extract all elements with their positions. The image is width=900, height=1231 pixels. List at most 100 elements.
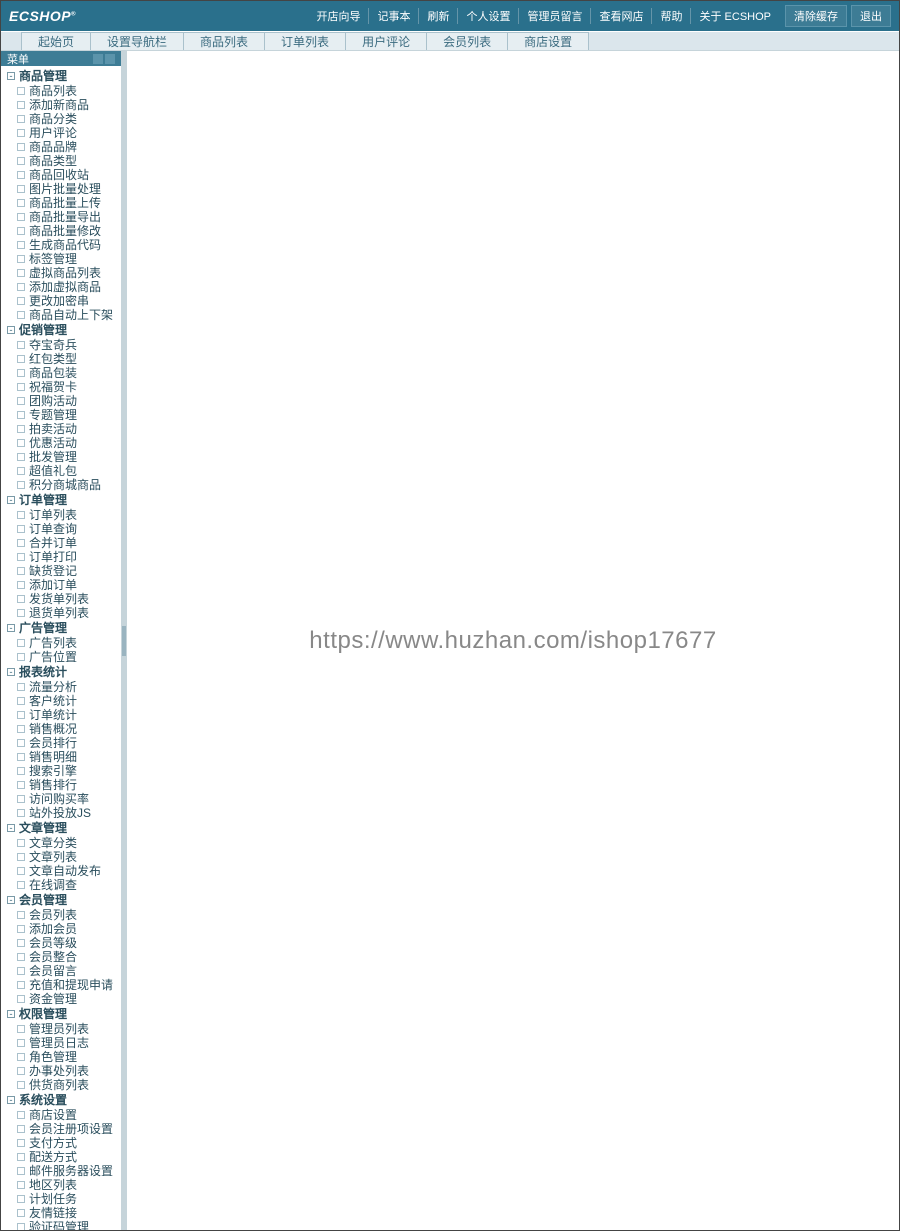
tree-item-5-2[interactable]: 文章自动发布 [7, 864, 121, 878]
tree-item-0-1[interactable]: 添加新商品 [7, 98, 121, 112]
tree-item-0-4[interactable]: 商品品牌 [7, 140, 121, 154]
tree-group-3[interactable]: -广告管理 [7, 620, 121, 636]
collapse-icon[interactable]: - [7, 1010, 15, 1018]
tab-0[interactable]: 起始页 [21, 32, 91, 50]
tree-item-6-5[interactable]: 充值和提现申请 [7, 978, 121, 992]
tree-item-2-5[interactable]: 添加订单 [7, 578, 121, 592]
tree-item-0-13[interactable]: 虚拟商品列表 [7, 266, 121, 280]
tree-item-0-11[interactable]: 生成商品代码 [7, 238, 121, 252]
top-link-0[interactable]: 开店向导 [308, 8, 369, 24]
tree-item-3-0[interactable]: 广告列表 [7, 636, 121, 650]
tree-item-1-3[interactable]: 祝福贺卡 [7, 380, 121, 394]
tree-item-0-10[interactable]: 商品批量修改 [7, 224, 121, 238]
collapse-icon[interactable]: - [7, 896, 15, 904]
tree-item-8-1[interactable]: 会员注册项设置 [7, 1122, 121, 1136]
sidebar-collapse-icon[interactable] [93, 54, 103, 64]
tree-item-2-4[interactable]: 缺货登记 [7, 564, 121, 578]
tree-item-6-4[interactable]: 会员留言 [7, 964, 121, 978]
tree-item-4-8[interactable]: 访问购买率 [7, 792, 121, 806]
tree-item-1-8[interactable]: 批发管理 [7, 450, 121, 464]
tree-item-5-3[interactable]: 在线调查 [7, 878, 121, 892]
tree-item-0-14[interactable]: 添加虚拟商品 [7, 280, 121, 294]
tab-2[interactable]: 商品列表 [183, 32, 265, 50]
tree-group-0[interactable]: -商品管理 [7, 68, 121, 84]
collapse-icon[interactable]: - [7, 1096, 15, 1104]
tree-item-4-6[interactable]: 搜索引擎 [7, 764, 121, 778]
tree-item-4-1[interactable]: 客户统计 [7, 694, 121, 708]
tree-item-2-7[interactable]: 退货单列表 [7, 606, 121, 620]
tree-item-2-1[interactable]: 订单查询 [7, 522, 121, 536]
tree-item-5-0[interactable]: 文章分类 [7, 836, 121, 850]
tree-item-6-6[interactable]: 资金管理 [7, 992, 121, 1006]
tree-group-6[interactable]: -会员管理 [7, 892, 121, 908]
tree-item-2-2[interactable]: 合并订单 [7, 536, 121, 550]
tree-item-7-1[interactable]: 管理员日志 [7, 1036, 121, 1050]
tree-item-7-3[interactable]: 办事处列表 [7, 1064, 121, 1078]
tree-item-0-3[interactable]: 用户评论 [7, 126, 121, 140]
tree-item-5-1[interactable]: 文章列表 [7, 850, 121, 864]
tree-item-8-0[interactable]: 商店设置 [7, 1108, 121, 1122]
collapse-icon[interactable]: - [7, 624, 15, 632]
tree-item-7-2[interactable]: 角色管理 [7, 1050, 121, 1064]
tree-item-8-8[interactable]: 验证码管理 [7, 1220, 121, 1230]
menu-tree[interactable]: -商品管理商品列表添加新商品商品分类用户评论商品品牌商品类型商品回收站图片批量处… [1, 66, 121, 1230]
tree-group-7[interactable]: -权限管理 [7, 1006, 121, 1022]
collapse-icon[interactable]: - [7, 668, 15, 676]
tree-item-6-2[interactable]: 会员等级 [7, 936, 121, 950]
collapse-icon[interactable]: - [7, 72, 15, 80]
top-link-4[interactable]: 管理员留言 [519, 8, 591, 24]
collapse-icon[interactable]: - [7, 326, 15, 334]
tree-group-2[interactable]: -订单管理 [7, 492, 121, 508]
tree-item-1-4[interactable]: 团购活动 [7, 394, 121, 408]
tree-group-4[interactable]: -报表统计 [7, 664, 121, 680]
tree-item-4-3[interactable]: 销售概况 [7, 722, 121, 736]
tree-item-4-0[interactable]: 流量分析 [7, 680, 121, 694]
tree-item-0-6[interactable]: 商品回收站 [7, 168, 121, 182]
tree-item-7-0[interactable]: 管理员列表 [7, 1022, 121, 1036]
tree-group-1[interactable]: -促销管理 [7, 322, 121, 338]
tree-item-8-6[interactable]: 计划任务 [7, 1192, 121, 1206]
tree-item-4-2[interactable]: 订单统计 [7, 708, 121, 722]
tree-item-0-2[interactable]: 商品分类 [7, 112, 121, 126]
tree-item-2-6[interactable]: 发货单列表 [7, 592, 121, 606]
tab-6[interactable]: 商店设置 [507, 32, 589, 50]
tree-item-1-7[interactable]: 优惠活动 [7, 436, 121, 450]
tree-item-2-3[interactable]: 订单打印 [7, 550, 121, 564]
top-link-3[interactable]: 个人设置 [458, 8, 519, 24]
tree-item-6-0[interactable]: 会员列表 [7, 908, 121, 922]
tree-item-4-4[interactable]: 会员排行 [7, 736, 121, 750]
tree-item-0-12[interactable]: 标签管理 [7, 252, 121, 266]
tree-item-7-4[interactable]: 供货商列表 [7, 1078, 121, 1092]
top-link-5[interactable]: 查看网店 [591, 8, 652, 24]
tree-item-4-7[interactable]: 销售排行 [7, 778, 121, 792]
tree-item-8-5[interactable]: 地区列表 [7, 1178, 121, 1192]
tree-item-0-5[interactable]: 商品类型 [7, 154, 121, 168]
clear-cache-button[interactable]: 清除缓存 [785, 5, 847, 27]
tree-item-0-9[interactable]: 商品批量导出 [7, 210, 121, 224]
tree-item-0-7[interactable]: 图片批量处理 [7, 182, 121, 196]
tree-group-5[interactable]: -文章管理 [7, 820, 121, 836]
top-link-6[interactable]: 帮助 [652, 8, 691, 24]
tree-item-1-1[interactable]: 红包类型 [7, 352, 121, 366]
tree-item-4-5[interactable]: 销售明细 [7, 750, 121, 764]
logout-button[interactable]: 退出 [851, 5, 891, 27]
tree-item-3-1[interactable]: 广告位置 [7, 650, 121, 664]
tree-item-0-0[interactable]: 商品列表 [7, 84, 121, 98]
tree-item-8-2[interactable]: 支付方式 [7, 1136, 121, 1150]
top-link-1[interactable]: 记事本 [369, 8, 419, 24]
tree-item-0-8[interactable]: 商品批量上传 [7, 196, 121, 210]
tree-item-1-5[interactable]: 专题管理 [7, 408, 121, 422]
tree-item-1-6[interactable]: 拍卖活动 [7, 422, 121, 436]
tree-item-1-2[interactable]: 商品包装 [7, 366, 121, 380]
tree-group-8[interactable]: -系统设置 [7, 1092, 121, 1108]
tree-item-8-7[interactable]: 友情链接 [7, 1206, 121, 1220]
tree-item-6-1[interactable]: 添加会员 [7, 922, 121, 936]
tree-item-1-9[interactable]: 超值礼包 [7, 464, 121, 478]
tab-4[interactable]: 用户评论 [345, 32, 427, 50]
tab-5[interactable]: 会员列表 [426, 32, 508, 50]
top-link-7[interactable]: 关于 ECSHOP [691, 8, 779, 24]
collapse-icon[interactable]: - [7, 824, 15, 832]
tree-item-6-3[interactable]: 会员整合 [7, 950, 121, 964]
tree-item-0-15[interactable]: 更改加密串 [7, 294, 121, 308]
tree-item-8-4[interactable]: 邮件服务器设置 [7, 1164, 121, 1178]
